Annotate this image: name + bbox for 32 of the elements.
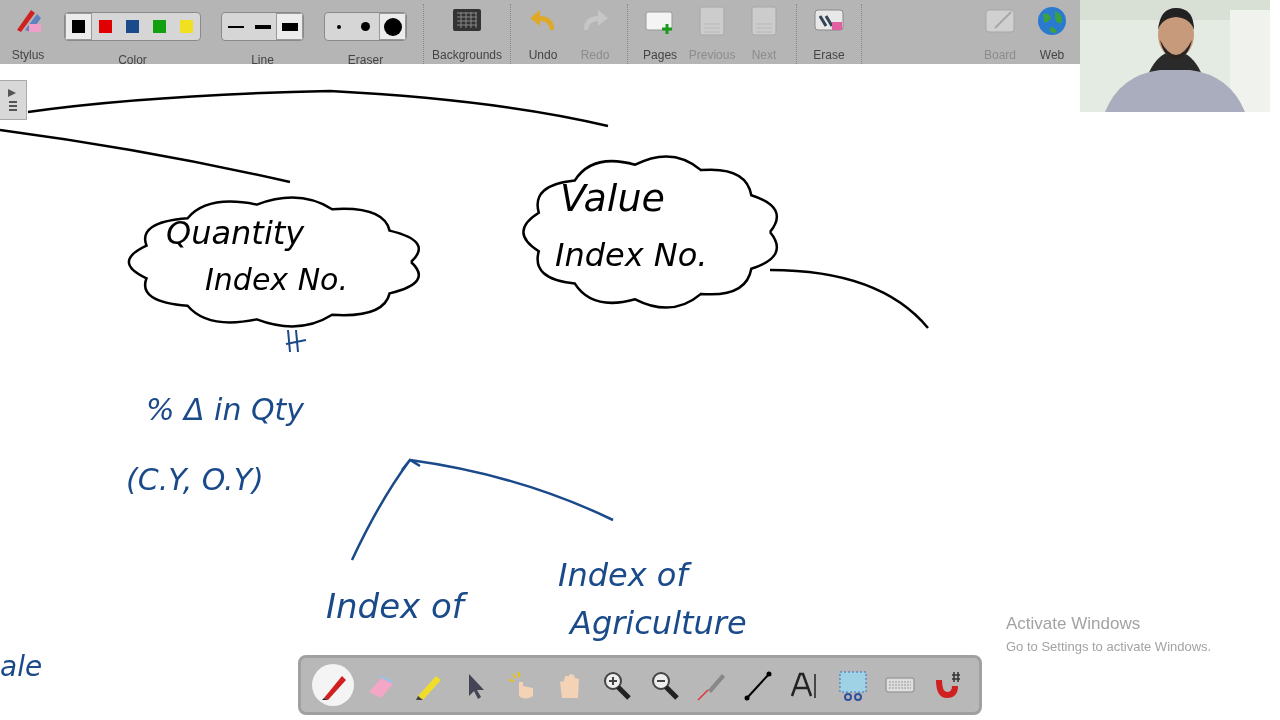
handwritten-note: Index of xyxy=(558,556,696,595)
watermark-title: Activate Windows xyxy=(1006,613,1142,635)
handwritten-note: ale xyxy=(0,650,44,684)
line-width-icon xyxy=(227,25,244,28)
handwritten-note: Index No. xyxy=(205,262,349,298)
toolbar-button[interactable]: Undo xyxy=(519,4,568,64)
side-panel-tab[interactable] xyxy=(0,80,27,120)
handwritten-note: % Δ in Qty xyxy=(146,392,306,428)
color-swatch[interactable] xyxy=(65,13,92,40)
toolbar-button[interactable]: Pages xyxy=(636,4,685,64)
toolbar-button[interactable]: Stylus xyxy=(4,4,52,64)
toolbar-button[interactable]: Backgrounds xyxy=(432,4,503,64)
handwritten-note: Quantity xyxy=(166,214,306,253)
handwritten-note: Value xyxy=(560,176,666,222)
toolbar-button[interactable]: Erase xyxy=(805,4,854,64)
line-width-icon xyxy=(281,22,298,31)
handwritten-note: Index of xyxy=(326,586,473,627)
line-width-option[interactable] xyxy=(276,13,303,40)
toolbar-button[interactable]: Web xyxy=(1028,4,1076,64)
handwritten-note: (C.Y, O.Y) xyxy=(126,462,265,498)
dot-icon xyxy=(336,24,341,29)
group-label: Color xyxy=(118,52,147,69)
dot-icon xyxy=(361,22,370,31)
handwritten-note: Index No. xyxy=(555,236,709,275)
group-label: Line xyxy=(251,52,274,69)
watermark-subtitle: Go to Settings to activate Windows. xyxy=(1006,637,1212,656)
line-width-icon xyxy=(254,24,271,29)
dot-icon xyxy=(383,17,402,36)
globe-icon xyxy=(1035,4,1069,38)
handwritten-note: Agriculture xyxy=(570,604,748,643)
group-label: Eraser xyxy=(347,52,384,69)
eraser-size-option[interactable] xyxy=(379,13,406,40)
